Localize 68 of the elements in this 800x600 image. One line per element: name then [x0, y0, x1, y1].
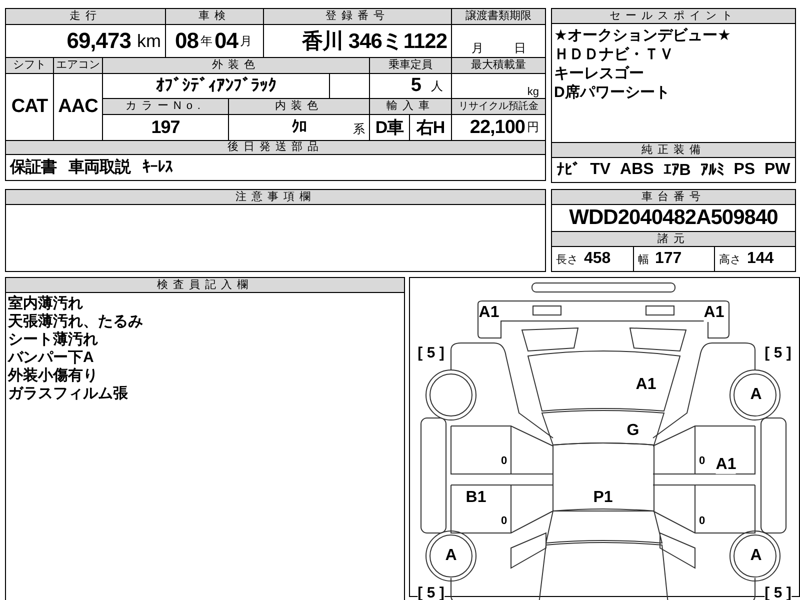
sales-point: ＨＤＤナビ・ＴＶ: [554, 45, 675, 64]
equipment-item: TV: [590, 161, 611, 179]
column-header: 走行: [6, 9, 165, 24]
mileage-value: 69,473 km: [6, 25, 165, 57]
equipment-item: PW: [764, 161, 790, 179]
column-header: 内装色: [229, 99, 369, 114]
interior-color-value: ｸﾛ 系: [229, 115, 369, 140]
sales-point: ★オークションデビュー★: [554, 26, 732, 45]
panel-mark: 0: [698, 455, 706, 467]
part-item: 車両取説: [68, 157, 130, 178]
equipment-item: ﾅﾋﾞ: [556, 160, 581, 180]
spec-value: 177: [655, 250, 682, 268]
column-header: 輸入車: [370, 99, 451, 114]
equipment-item: PS: [734, 161, 756, 179]
section-header: 車台番号: [552, 190, 795, 205]
equipment-item: ｱﾙﾐ: [700, 160, 724, 180]
column-header: 乗車定員: [370, 58, 451, 73]
tread-depth: [ 5 ]: [418, 344, 444, 362]
column-header: 外装色: [103, 58, 369, 73]
section-header: 検査員記入欄: [6, 278, 404, 293]
spec-label: 長さ: [556, 252, 578, 266]
section-header: 注意事項欄: [6, 190, 545, 205]
damage-code: A1: [716, 456, 736, 474]
spec-label: 高さ: [719, 252, 741, 266]
spec-label: 幅: [638, 252, 649, 266]
max-load-unit: kg: [452, 74, 545, 98]
column-header: リサイクル預託金: [452, 99, 545, 114]
part-item: ｷｰﾚｽ: [142, 158, 172, 177]
exterior-color-value: ｵﾌﾞｼﾃﾞｨｱﾝﾌﾞﾗｯｸ: [103, 74, 329, 98]
sales-point: D席パワーシート: [554, 83, 671, 102]
inspector-note: ガラスフィルム張: [8, 385, 129, 403]
column-header: エアコン: [54, 58, 102, 73]
sales-point: キーレスゴー: [554, 64, 645, 83]
equipment-item: ABS: [620, 161, 654, 179]
column-header: シフト: [6, 58, 53, 73]
section-header: 純正装備: [552, 143, 795, 158]
section-header: セールスポイント: [552, 9, 795, 24]
inspector-note: シート薄汚れ: [8, 331, 99, 349]
column-header: 最大積載量: [452, 58, 545, 73]
shift-value: CAT: [6, 74, 53, 140]
handle-value: 右H: [410, 115, 451, 140]
inspector-note: 外装小傷有り: [8, 367, 99, 385]
column-header: 後日発送部品: [6, 141, 545, 154]
panel-mark: 0: [698, 515, 706, 527]
spec-value: 144: [747, 250, 774, 268]
aircon-value: AAC: [54, 74, 102, 140]
damage-code: A1: [704, 304, 724, 322]
spec-value: 458: [584, 250, 611, 268]
equipment-item: ｴｱB: [663, 160, 691, 180]
part-item: 保証書: [10, 157, 56, 178]
inspector-note: 室内薄汚れ: [8, 295, 84, 313]
column-header: 登録番号: [264, 9, 451, 24]
recycle-fee-value: 22,100 円: [452, 115, 545, 140]
drive-value: D車: [370, 115, 409, 140]
transfer-deadline: 月 日: [452, 25, 545, 57]
registration-number: 香川 346ミ1122: [264, 25, 451, 57]
column-header: 譲渡書類期限: [452, 9, 545, 24]
section-header: 諸元: [552, 232, 795, 247]
panel-mark: 0: [500, 515, 508, 527]
capacity-value: 5 人: [370, 74, 451, 98]
color-number-value: 197: [103, 115, 228, 140]
panel-mark: 0: [500, 455, 508, 467]
inspector-note: 天張薄汚れ、たるみ: [8, 313, 144, 331]
column-header: カラーNo.: [103, 99, 228, 114]
tread-depth: [ 5 ]: [764, 344, 792, 362]
inspector-note: バンパー下A: [8, 349, 95, 367]
blank-cell: [330, 74, 369, 98]
column-header: 車検: [166, 9, 263, 24]
